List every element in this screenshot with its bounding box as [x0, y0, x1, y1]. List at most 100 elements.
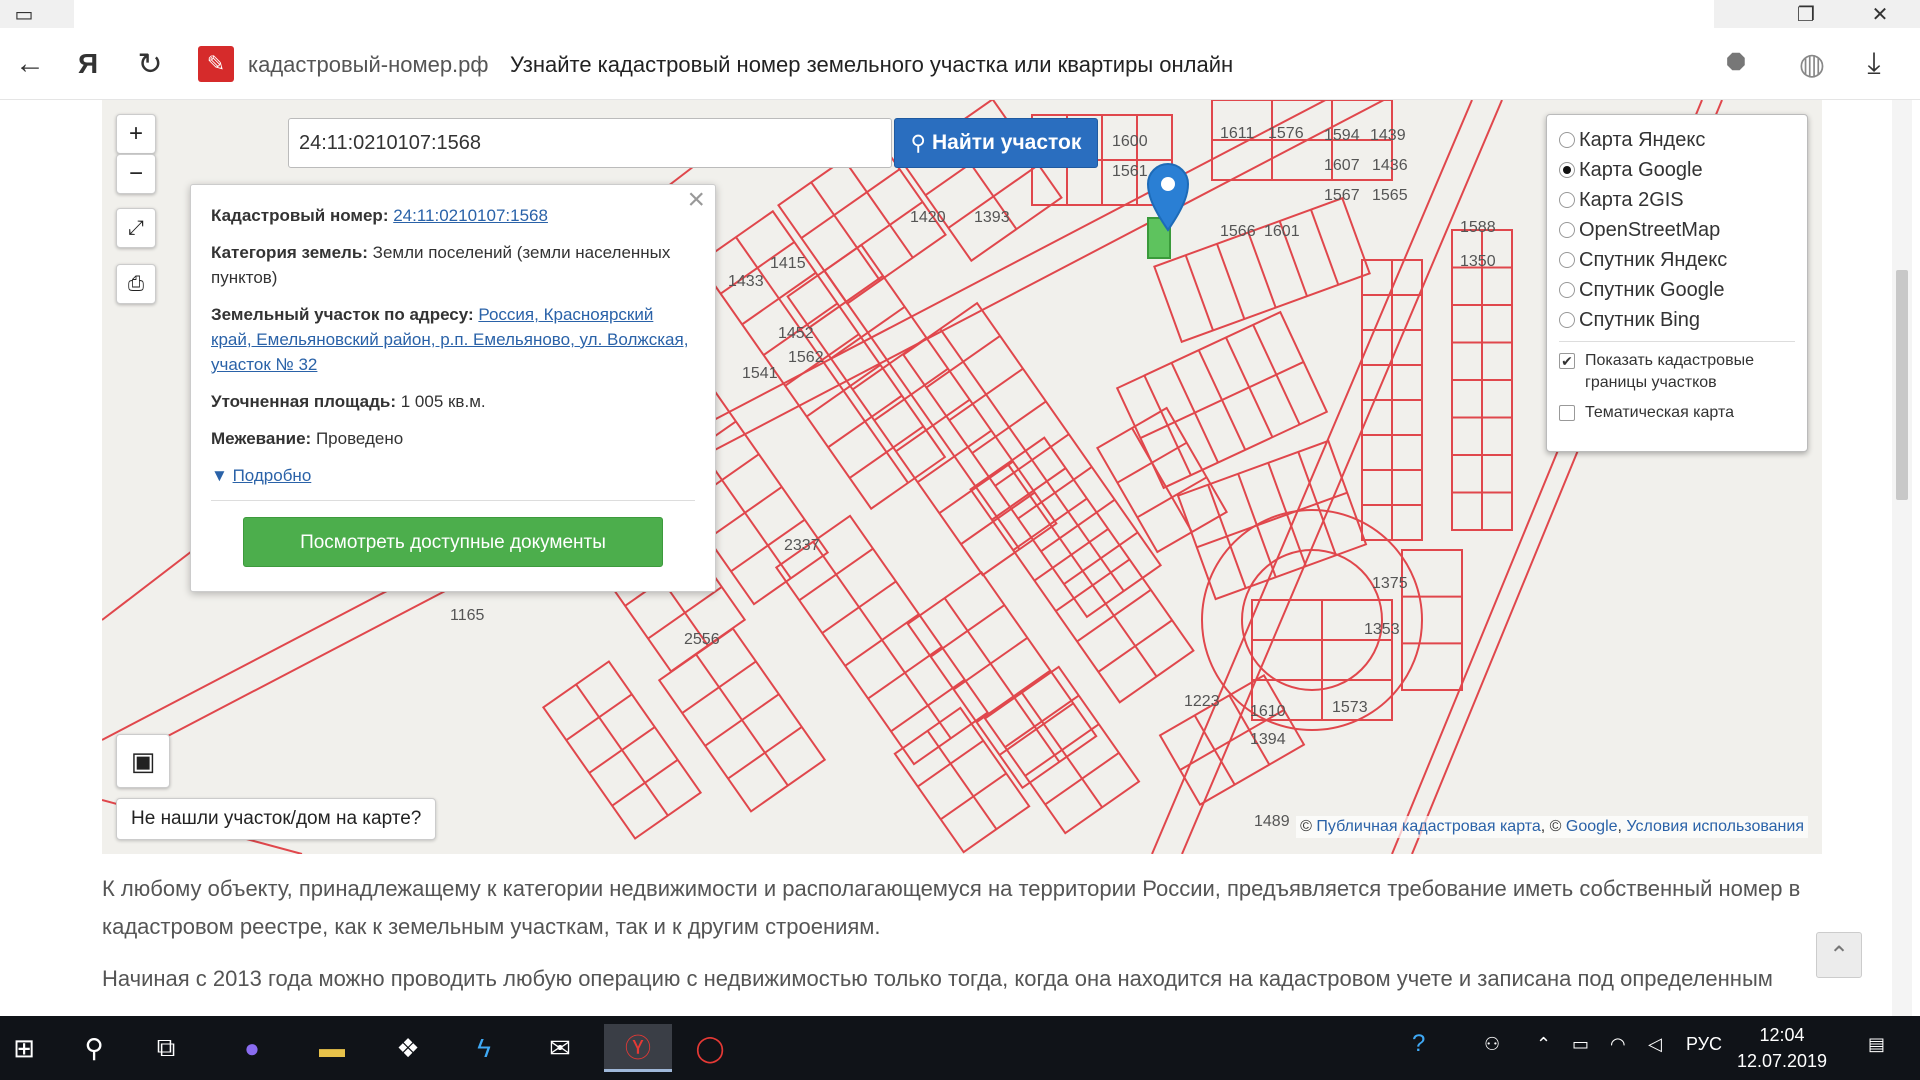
zoom-out-button[interactable]: −: [116, 154, 156, 194]
back-icon[interactable]: ←: [8, 42, 52, 86]
radio-icon[interactable]: [1559, 282, 1575, 298]
close-icon[interactable]: ×: [687, 185, 705, 215]
radio-icon[interactable]: [1559, 132, 1575, 148]
layer-option[interactable]: Спутник Google: [1559, 275, 1795, 305]
chevron-up-icon[interactable]: ⌃: [1536, 1034, 1551, 1055]
clock-time: 12:04: [1759, 1025, 1805, 1045]
battery-icon[interactable]: ▭: [1572, 1034, 1589, 1055]
parcel-number-label: 1611: [1220, 125, 1255, 142]
parcel-number-label: 1393: [974, 209, 1010, 226]
parcel-number-label: 1607: [1324, 157, 1360, 174]
opera-icon[interactable]: ◯: [686, 1024, 734, 1072]
layer-option[interactable]: Карта Яндекс: [1559, 125, 1795, 155]
not-found-button[interactable]: Не нашли участок/дом на карте?: [116, 798, 437, 840]
parcel-number-label: 1223: [1184, 693, 1220, 710]
view-documents-button[interactable]: Посмотреть доступные документы: [243, 517, 663, 567]
parcel-number-label: 1565: [1372, 187, 1408, 204]
yandex-browser-icon[interactable]: Ⓨ: [604, 1024, 672, 1072]
mail-icon[interactable]: ✉: [536, 1024, 584, 1072]
pkk-link[interactable]: Публичная кадастровая карта: [1316, 818, 1540, 835]
google-link[interactable]: Google: [1566, 818, 1618, 835]
parcel-number-label: 1576: [1268, 125, 1304, 142]
yandex-logo-icon[interactable]: Я: [66, 42, 110, 86]
print-icon[interactable]: ⎙: [116, 264, 156, 304]
parcel-number-label: 1566: [1220, 223, 1256, 240]
parcel-number-label: 1561: [1112, 163, 1148, 180]
article-text: К любому объекту, принадлежащему к катег…: [102, 870, 1822, 1012]
cadastral-number-row: Кадастровый номер: 24:11:0210107:1568: [211, 203, 695, 228]
cadastral-map[interactable]: 1165 2337 1566 1601 1588 1350 1600 1561 1611 1576…: [102, 100, 1822, 854]
page-scrollbar[interactable]: [1892, 100, 1912, 1016]
site-favicon-icon[interactable]: ✎: [198, 46, 234, 82]
zoom-in-button[interactable]: +: [116, 114, 156, 154]
radio-icon[interactable]: [1559, 162, 1575, 178]
terms-link[interactable]: Условия использования: [1626, 818, 1804, 835]
cadastral-number-link[interactable]: 24:11:0210107:1568: [393, 206, 548, 225]
lightning-app-icon[interactable]: ϟ: [460, 1024, 508, 1072]
windows-start-icon[interactable]: ⊞: [0, 1024, 48, 1072]
reload-icon[interactable]: ↻: [128, 42, 172, 86]
parcel-number-label: 1433: [728, 273, 764, 290]
show-borders-option[interactable]: ✔ Показать кадастровые границы участков: [1559, 350, 1795, 394]
restore-window-icon[interactable]: ❐: [1792, 2, 1820, 26]
file-explorer-icon[interactable]: ▬: [308, 1024, 356, 1072]
task-view-icon[interactable]: ⧉: [142, 1024, 190, 1072]
details-link[interactable]: Подробно: [233, 466, 312, 485]
people-icon[interactable]: ⚇: [1484, 1034, 1500, 1055]
parcel-number-label: 1541: [742, 365, 778, 382]
find-parcel-label: Найти участок: [932, 131, 1082, 154]
checkbox-checked-icon[interactable]: ✔: [1559, 353, 1575, 369]
layer-option[interactable]: Спутник Bing: [1559, 305, 1795, 335]
layer-option[interactable]: OpenStreetMap: [1559, 215, 1795, 245]
radio-icon[interactable]: [1559, 252, 1575, 268]
layer-option[interactable]: Карта 2GIS: [1559, 185, 1795, 215]
radio-icon[interactable]: [1559, 192, 1575, 208]
scroll-to-top-button[interactable]: ⌃: [1816, 932, 1862, 978]
language-indicator[interactable]: РУС: [1686, 1034, 1722, 1055]
find-parcel-button[interactable]: ⚲ Найти участок: [894, 118, 1098, 168]
wifi-icon[interactable]: ◠: [1610, 1034, 1626, 1055]
close-window-icon[interactable]: ✕: [1866, 2, 1894, 26]
article-paragraph-2: Начиная с 2013 года можно проводить любу…: [102, 966, 1773, 991]
parcel-number-label: 1588: [1460, 219, 1496, 236]
layer-option[interactable]: Карта Google: [1559, 155, 1795, 185]
thematic-map-option[interactable]: Тематическая карта: [1559, 402, 1795, 424]
url-domain[interactable]: кадастровый-номер.рф: [248, 52, 489, 78]
address-row: Земельный участок по адресу: Россия, Кра…: [211, 302, 695, 377]
sidebar-toggle-icon[interactable]: ▭: [10, 2, 38, 26]
survey-label: Межевание:: [211, 429, 312, 448]
alice-assistant-icon[interactable]: ●: [228, 1024, 276, 1072]
attribution-separator: , ©: [1540, 818, 1562, 835]
ruler-icon[interactable]: ▣: [116, 734, 170, 788]
fullscreen-icon[interactable]: ⤢: [116, 208, 156, 248]
volume-icon[interactable]: ◁: [1648, 1034, 1662, 1055]
browser-toolbar: ← Я ↻ ✎ кадастровый-номер.рф Узнайте кад…: [0, 28, 1920, 100]
map-layers-panel: Карта Яндекс Карта Google Карта 2GIS OpenSt…: [1546, 114, 1808, 452]
download-icon[interactable]: ⤓: [1852, 42, 1896, 86]
layer-option[interactable]: Спутник Яндекс: [1559, 245, 1795, 275]
windows-taskbar: ⊞ ⚲ ⧉ ● ▬ ❖ ϟ ✉ Ⓨ ◯ ? ⚇ ⌃ ▭ ◠ ◁ РУС 12:0…: [0, 1016, 1920, 1080]
map-attribution: © Публичная кадастровая карта, © Google,…: [1296, 816, 1808, 838]
parcel-number-label: 1420: [910, 209, 946, 226]
dropbox-icon[interactable]: ❖: [384, 1024, 432, 1072]
cadastral-search-input[interactable]: [288, 118, 892, 168]
radio-icon[interactable]: [1559, 222, 1575, 238]
tab-strip: [74, 0, 1714, 28]
checkbox-unchecked-icon[interactable]: [1559, 405, 1575, 421]
bookmark-icon[interactable]: ⯃: [1714, 42, 1758, 86]
parcel-number-label: 1353: [1364, 621, 1400, 638]
page-title[interactable]: Узнайте кадастровый номер земельного уча…: [510, 52, 1233, 78]
help-icon[interactable]: ?: [1412, 1030, 1425, 1058]
notifications-icon[interactable]: ▤: [1868, 1034, 1885, 1055]
globe-icon[interactable]: ◍: [1790, 42, 1834, 86]
parcel-number-label: 1415: [770, 255, 806, 272]
land-category-label: Категория земель:: [211, 243, 368, 262]
scrollbar-thumb[interactable]: [1896, 270, 1908, 500]
parcel-number-label: 1452: [778, 325, 814, 342]
search-icon[interactable]: ⚲: [70, 1024, 118, 1072]
details-toggle[interactable]: ▼ Подробно: [211, 463, 695, 488]
layer-option-label: Карта Google: [1579, 158, 1703, 181]
parcel-number-label: 1610: [1250, 703, 1286, 720]
radio-icon[interactable]: [1559, 312, 1575, 328]
clock[interactable]: 12:04 12.07.2019: [1722, 1022, 1842, 1074]
